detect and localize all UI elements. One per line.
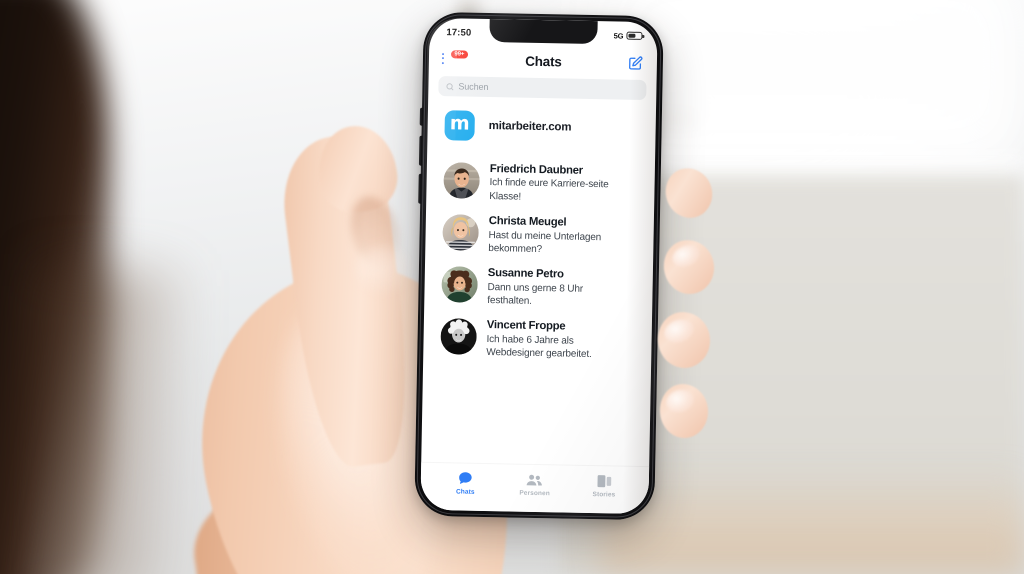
scene-photo-mockup: 17:50 5G 99+ Chats Suchen m mitarbeiter.…: [0, 0, 1024, 574]
fingers-front: [0, 0, 1024, 574]
finger-index: [659, 162, 719, 224]
